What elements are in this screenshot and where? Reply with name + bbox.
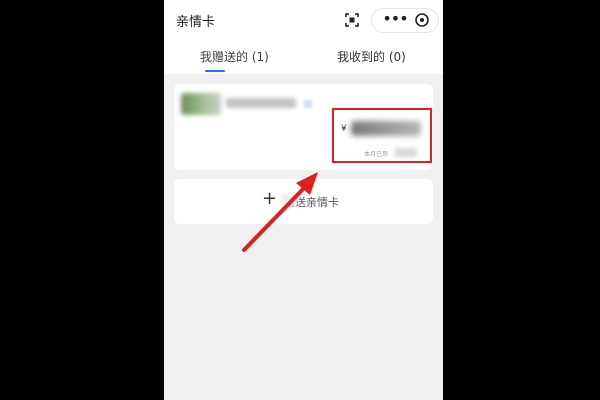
phone-screen: 亲情卡 ••• 我赠送的 (1) 我收到的 (0) ¥ 本月已用 + 赠送亲情卡 [164,0,443,400]
tab-bar: 我赠送的 (1) 我收到的 (0) [164,40,443,74]
more-icon[interactable]: ••• [382,9,408,32]
tab-active-indicator [205,70,225,72]
amount-highlight-box: ¥ 本月已用 [332,108,432,163]
top-bar: 亲情卡 ••• [164,0,443,40]
plus-icon: + [262,188,278,209]
capsule-menu: ••• [371,8,439,33]
family-card[interactable]: ¥ 本月已用 [174,84,433,170]
scan-icon[interactable] [344,12,360,28]
amount-value-blurred [351,121,421,136]
recipient-tag-blurred [304,100,312,108]
month-used-value-blurred [395,148,417,157]
gift-family-card-button[interactable]: + 赠送亲情卡 [174,179,433,224]
close-icon[interactable] [414,12,430,28]
tab-received[interactable]: 我收到的 (0) [337,48,406,65]
avatar [181,93,221,115]
gift-label-blur [282,194,296,207]
month-used-label: 本月已用 [364,151,389,158]
page-title: 亲情卡 [176,15,216,30]
currency-symbol: ¥ [341,124,347,134]
recipient-name-blurred [226,98,296,108]
tab-sent[interactable]: 我赠送的 (1) [200,48,269,65]
